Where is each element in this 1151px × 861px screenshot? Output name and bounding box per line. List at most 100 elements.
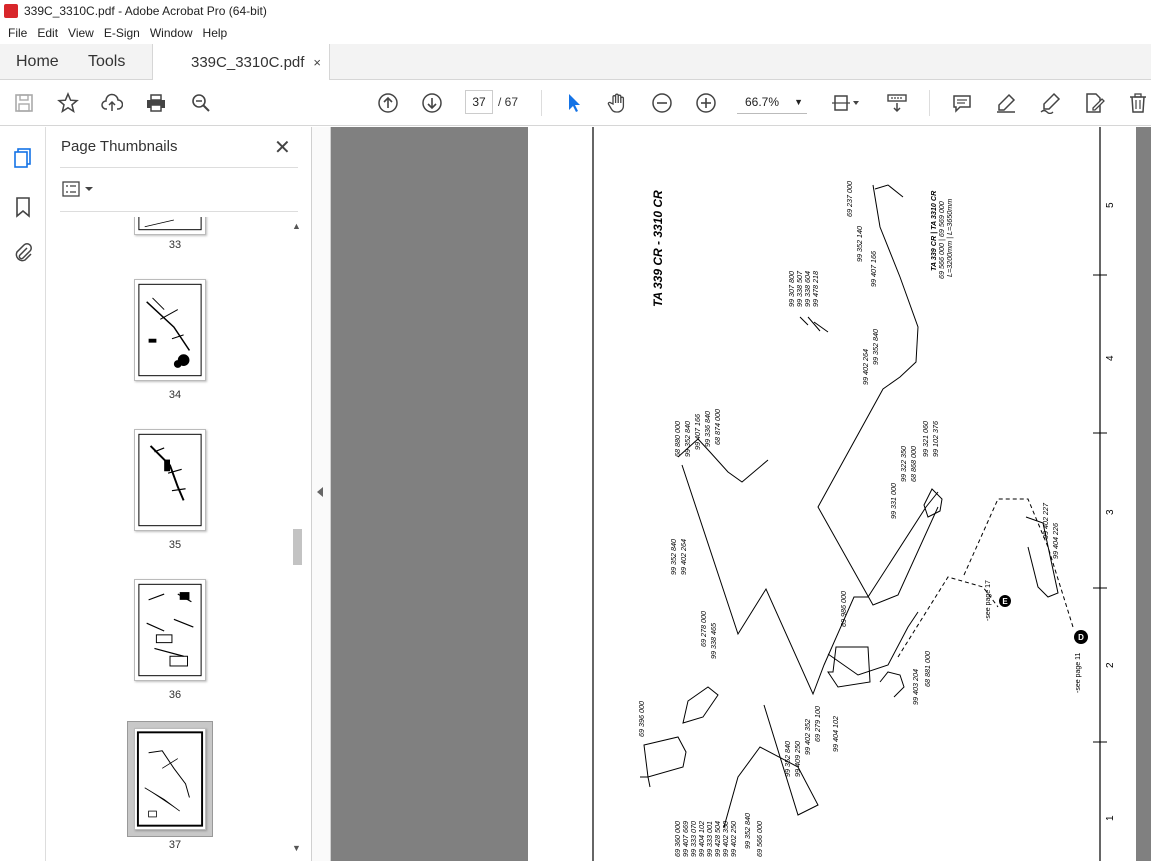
scroll-up-icon[interactable]: ▲	[292, 221, 301, 231]
chevron-down-icon: ▼	[794, 97, 803, 107]
thumbnail-options-icon[interactable]	[62, 181, 96, 199]
close-icon[interactable]: ✕	[274, 135, 291, 160]
zoom-level-value: 66.7%	[745, 95, 780, 109]
part-callout: 69 237 000	[845, 181, 854, 217]
highlight-pen-icon[interactable]	[993, 90, 1019, 116]
acrobat-icon	[4, 4, 18, 18]
thumbnail-page-36[interactable]	[134, 579, 206, 681]
part-callout: L=3200mm | L=3650mm	[945, 199, 954, 277]
diagram-heading: TA 339 CR - 3310 CR	[651, 190, 665, 307]
upload-cloud-icon[interactable]	[99, 90, 125, 116]
part-callout: 99 321 060	[921, 421, 930, 457]
part-callout: 69 279 100	[813, 706, 822, 742]
edit-pdf-icon[interactable]	[1081, 90, 1107, 116]
zoom-search-icon[interactable]	[188, 90, 214, 116]
part-callout: 99 402 250	[729, 821, 738, 857]
page-thumbnails-icon[interactable]	[12, 147, 34, 169]
hand-tool-icon[interactable]	[605, 90, 631, 116]
thumbnail-page-35[interactable]	[134, 429, 206, 531]
row-number: 3	[1105, 509, 1116, 515]
thumbnail-page-34[interactable]	[134, 279, 206, 381]
main-toolbar: 37 / 67 66.7% ▼	[0, 80, 1151, 126]
zoom-level-select[interactable]: 66.7% ▼	[737, 90, 807, 114]
page-thumbnails-panel: Page Thumbnails ✕ 33 34 35 36 37 ▲ ▼	[46, 127, 312, 861]
document-viewer[interactable]: 5 4 3 2 1 TA 339 CR - 3310 CR 69 237 000…	[331, 127, 1151, 861]
thumbnail-label: 33	[168, 239, 182, 251]
row-number: 2	[1105, 662, 1116, 668]
pdf-page: 5 4 3 2 1 TA 339 CR - 3310 CR 69 237 000…	[528, 127, 1136, 861]
window-title: 339C_3310C.pdf - Adobe Acrobat Pro (64-b…	[24, 4, 267, 18]
part-callout: 99 407 166	[869, 251, 878, 287]
zoom-in-icon[interactable]	[693, 90, 719, 116]
part-callout: 99 336 840	[703, 411, 712, 447]
save-icon[interactable]	[11, 90, 37, 116]
menu-view[interactable]: View	[63, 26, 99, 40]
part-callout: 99 338 465	[709, 622, 718, 659]
part-callout: 99 352 840	[871, 329, 880, 365]
marker-note: -see page 17	[985, 580, 992, 621]
thumbnail-list: 33 34 35 36 37	[60, 217, 290, 857]
part-callout: 99 352 840	[783, 741, 792, 777]
previous-page-icon[interactable]	[375, 90, 401, 116]
part-callout: 99 352 840	[669, 539, 678, 575]
toolbar-divider	[541, 90, 542, 116]
part-callout: 68 880 000	[673, 421, 682, 457]
menu-esign[interactable]: E-Sign	[99, 26, 145, 40]
part-callout: 68 881 000	[923, 651, 932, 687]
row-number: 1	[1105, 815, 1116, 821]
collapse-arrow-icon	[317, 487, 323, 497]
part-callout: 99 404 102	[831, 716, 840, 752]
part-callout: 99 409 250	[793, 741, 802, 777]
tab-tools[interactable]: Tools	[88, 44, 125, 80]
part-callout: 99 322 350	[899, 446, 908, 482]
part-callout: 99 404 226	[1051, 523, 1060, 559]
thumbnail-label: 35	[168, 539, 182, 551]
row-number: 5	[1105, 202, 1116, 208]
page-fit-icon[interactable]	[829, 90, 863, 116]
part-callout: 69 566 000	[755, 821, 764, 857]
toolbar-divider	[929, 90, 930, 116]
panel-title: Page Thumbnails	[61, 138, 178, 155]
tab-home[interactable]: Home	[16, 44, 59, 80]
thumbnail-page-37[interactable]	[134, 728, 206, 830]
part-callout: 99 352 840	[743, 813, 752, 849]
panel-collapse-handle[interactable]	[312, 127, 331, 861]
menu-edit[interactable]: Edit	[32, 26, 63, 40]
thumbnail-label: 37	[168, 839, 182, 851]
tab-document[interactable]: 339C_3310C.pdf ×	[152, 44, 330, 81]
part-callout: 99 478 218	[811, 271, 820, 307]
part-callout: 99 352 140	[855, 226, 864, 262]
sign-pen-icon[interactable]	[1037, 90, 1063, 116]
page-number-input[interactable]: 37	[465, 90, 493, 114]
part-callout: 99 402 227	[1041, 502, 1050, 539]
bookmark-icon[interactable]	[12, 196, 34, 218]
scrollbar-thumb[interactable]	[293, 529, 302, 565]
scroll-mode-icon[interactable]	[884, 90, 910, 116]
marker-note: -see page 11	[1075, 653, 1082, 693]
menu-file[interactable]: File	[3, 26, 32, 40]
part-callout: 99 407 166	[693, 414, 702, 450]
attachment-paperclip-icon[interactable]	[12, 241, 34, 263]
star-icon[interactable]	[55, 90, 81, 116]
thumbnail-page-33[interactable]	[134, 217, 206, 235]
part-callout: 69 396 000	[637, 701, 646, 737]
part-callout: 68 874 000	[713, 409, 722, 445]
title-bar: 339C_3310C.pdf - Adobe Acrobat Pro (64-b…	[0, 0, 1151, 22]
part-callout: 99 402 264	[679, 539, 688, 575]
tab-bar: Home Tools 339C_3310C.pdf ×	[0, 44, 1151, 81]
menu-window[interactable]: Window	[145, 26, 198, 40]
zoom-out-icon[interactable]	[649, 90, 675, 116]
next-page-icon[interactable]	[419, 90, 445, 116]
marker-letter: E	[1002, 597, 1008, 606]
print-icon[interactable]	[143, 90, 169, 116]
part-callout: 69 986 000	[839, 591, 848, 627]
scroll-down-icon[interactable]: ▼	[292, 843, 301, 853]
delete-trash-icon[interactable]	[1125, 90, 1151, 116]
comment-icon[interactable]	[949, 90, 975, 116]
select-cursor-icon[interactable]	[561, 90, 587, 116]
tab-close-icon[interactable]: ×	[313, 55, 321, 70]
menu-help[interactable]: Help	[198, 26, 233, 40]
tab-document-label: 339C_3310C.pdf	[191, 54, 305, 71]
part-callout: 99 403 204	[911, 669, 920, 705]
thumbnail-scrollbar[interactable]: ▲ ▼	[290, 217, 304, 857]
